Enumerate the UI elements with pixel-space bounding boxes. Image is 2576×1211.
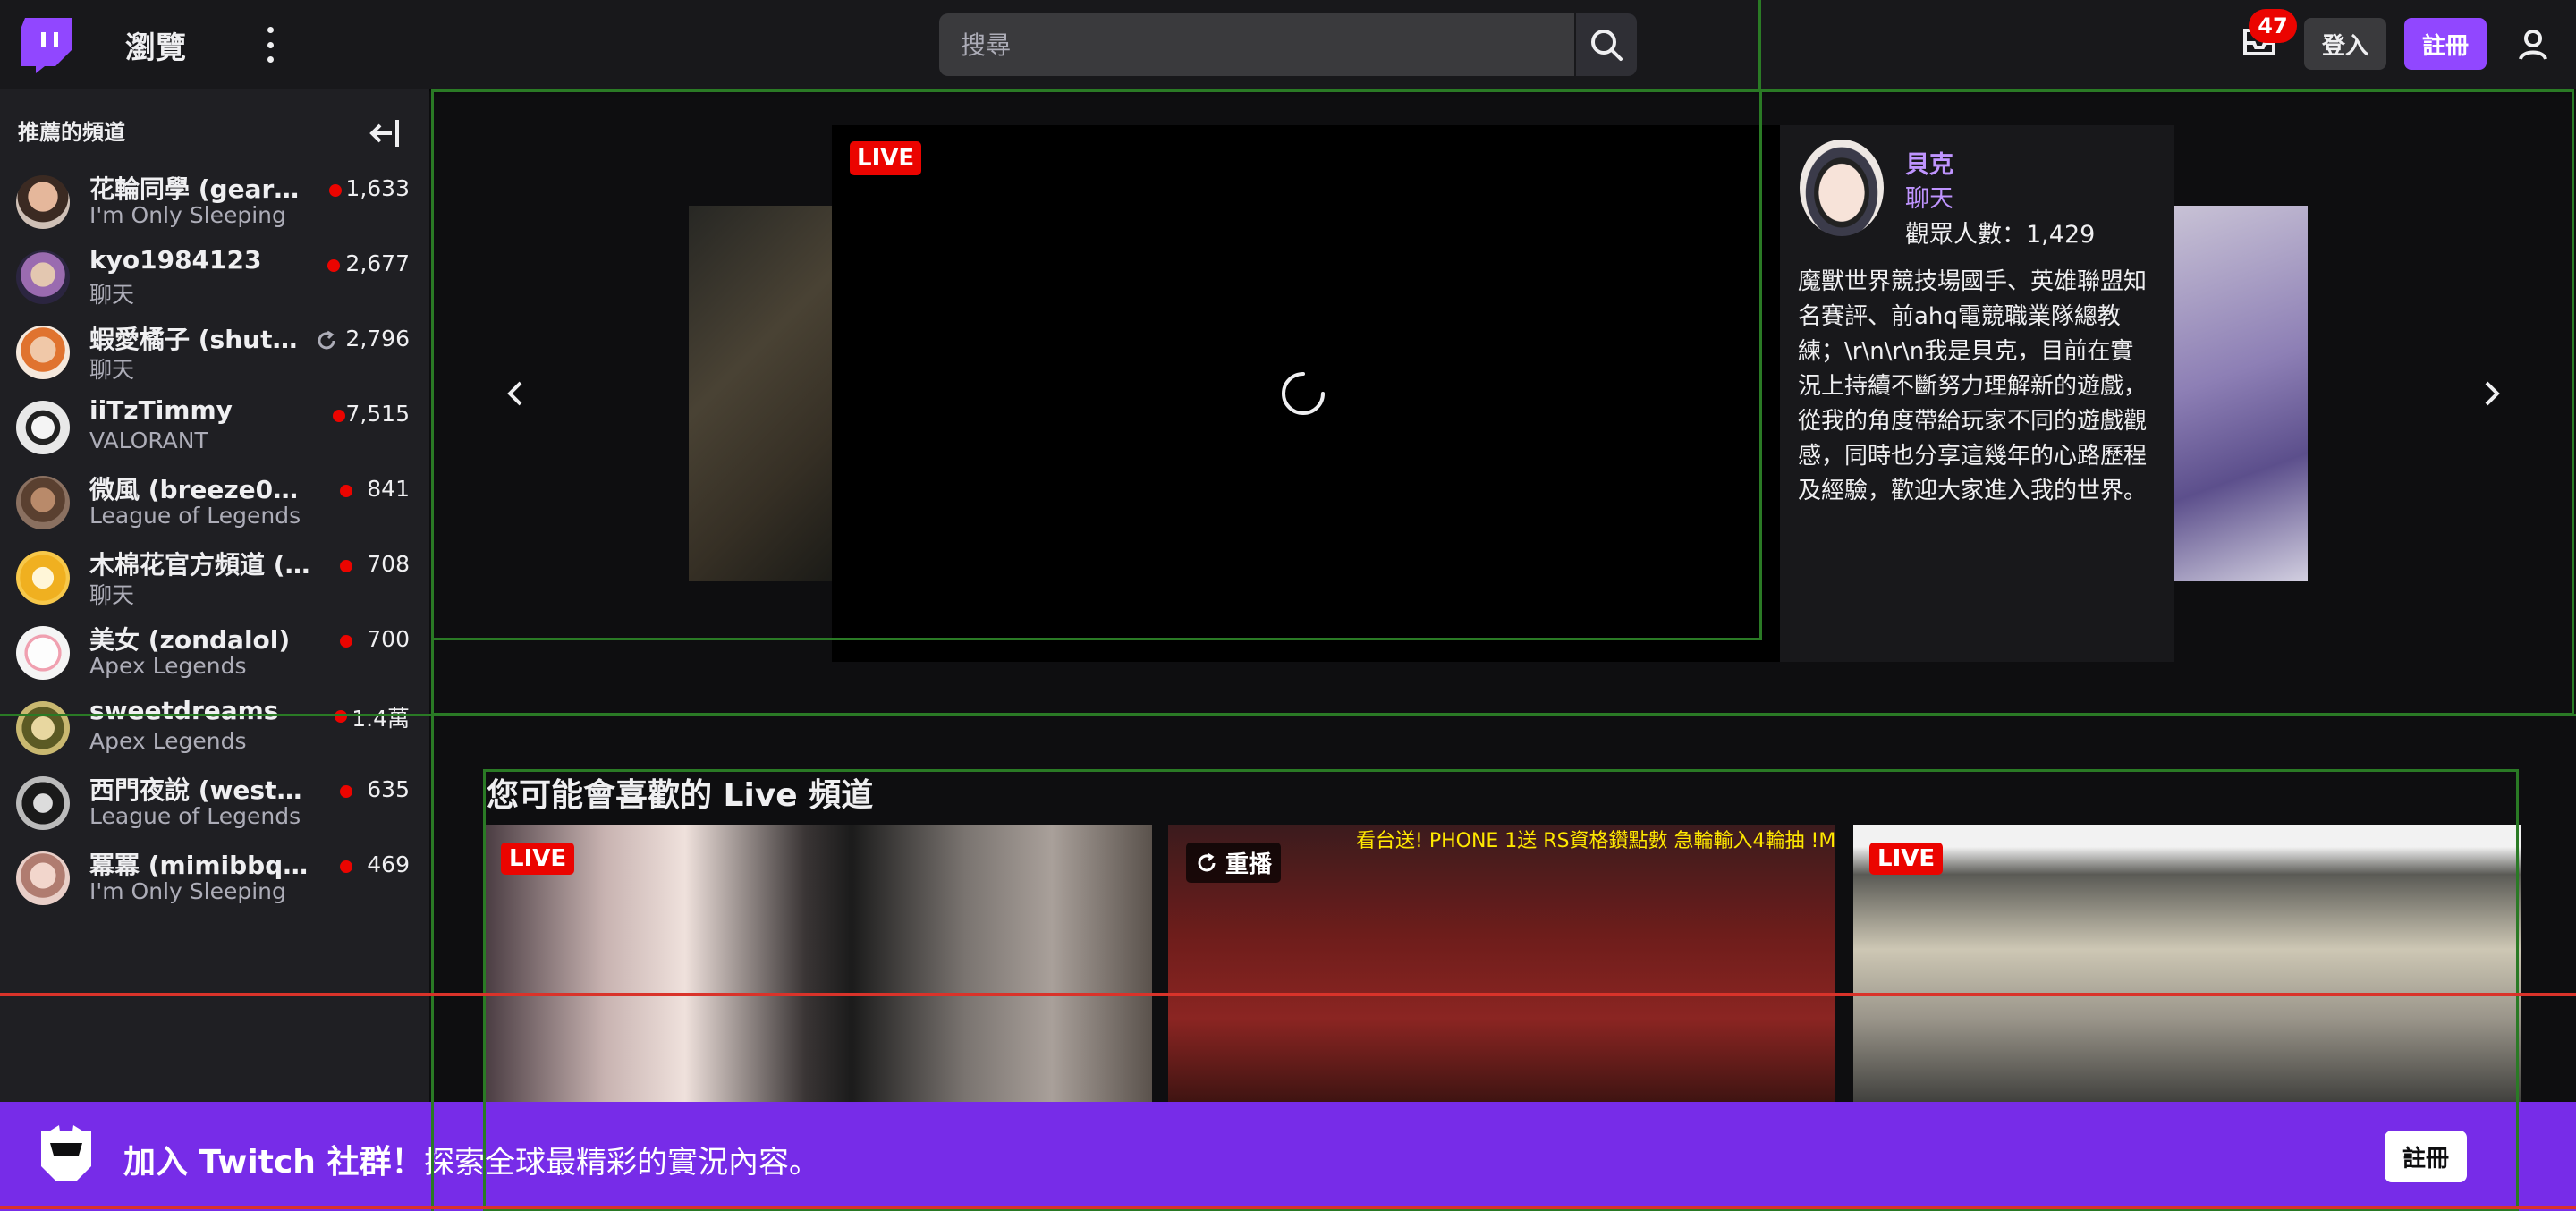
category-link[interactable]: 聊天 [1905,179,1953,214]
channel-name: 木棉花官方頻道 (m... [89,550,313,580]
glitch-mascot-icon [41,1125,91,1181]
avatar [16,776,70,830]
search-box [939,13,1574,76]
kebab-menu-icon[interactable] [261,27,279,63]
streamer-name-link[interactable]: 貝克 [1905,145,1953,180]
viewer-count: 469 [367,851,410,877]
channel-game: I'm Only Sleeping [89,878,286,904]
avatar [16,626,70,680]
channel-name: iiTzTimmy [89,395,233,425]
avatar [16,551,70,605]
channel-name: 冪冪 (mimibbqvq) [89,851,313,880]
viewer-count: 1,633 [345,175,410,201]
stream-thumbnail[interactable] [1853,825,2521,1102]
avatar [16,250,70,304]
live-indicator [329,184,342,197]
viewer-count: 708 [367,551,410,577]
channel-name: sweetdreams [89,696,279,725]
user-icon[interactable] [2515,27,2551,63]
collapse-icon[interactable] [369,118,401,148]
streamer-description: 魔獸世界競技場國手、英雄聯盟知名賽評、前ahq電競職業隊總教練；\r\n\r\n… [1798,268,2148,504]
channel-name: 微風 (breeze0920) [89,475,313,504]
signup-button[interactable]: 註冊 [2404,18,2487,70]
sidebar-channel[interactable]: 西門夜說 (westdoor) League of Legends 635 [0,766,429,841]
search-input[interactable] [939,13,1555,76]
sidebar-channel[interactable]: 美女 (zondalol) Apex Legends 700 [0,615,429,690]
sidebar-channel[interactable]: 冪冪 (mimibbqvq) I'm Only Sleeping 469 [0,841,429,916]
carousel-side-card-right[interactable] [2165,206,2308,581]
rerun-label: 重播 [1225,851,1273,878]
sidebar-channel[interactable]: kyo1984123 聊天 2,677 [0,240,429,315]
carousel-side-card-left[interactable] [689,206,841,581]
live-badge: LIVE [501,843,575,875]
section-title: 您可能會喜歡的 Live 頻道 [487,777,874,814]
channel-game: Apex Legends [89,653,247,679]
viewer-count: 7,515 [345,401,410,427]
live-indicator [340,785,352,798]
viewer-count: 2,677 [345,250,410,276]
search-icon [1591,30,1623,61]
live-indicator [340,560,352,572]
channel-game: Apex Legends [89,728,247,754]
sidebar-channel[interactable]: 微風 (breeze0920) League of Legends 841 [0,465,429,540]
live-indicator [333,410,345,422]
thumbnail-overlay-text: 看台送! PHONE 1送 RS資格鑽點數 急輪輸入4輪抽 !M [1356,830,1835,852]
live-badge: LIVE [1869,843,1944,875]
channel-game: League of Legends [89,503,301,529]
viewer-count: 觀眾人數：1,429 [1905,221,2096,249]
twitch-logo-icon[interactable] [20,18,72,73]
avatar [16,701,70,755]
sidebar-channel[interactable]: 木棉花官方頻道 (m... 聊天 708 [0,540,429,615]
chevron-left-icon[interactable] [497,376,533,411]
sidebar-title: 推薦的頻道 [18,120,125,145]
notification-badge: 47 [2249,9,2297,43]
avatar [16,175,70,229]
sidebar: 推薦的頻道 花輪同學 (gearba... I'm Only Sleeping … [0,89,429,1211]
live-indicator [340,635,352,648]
channel-name: 美女 (zondalol) [89,625,291,655]
viewer-count: 635 [367,776,410,802]
channel-game: League of Legends [89,803,301,829]
channel-game: VALORANT [89,428,208,453]
live-indicator [327,259,340,272]
banner-signup-button[interactable]: 註冊 [2385,1131,2467,1182]
avatar [16,401,70,454]
live-indicator [340,485,352,497]
avatar [16,326,70,379]
streamer-avatar[interactable] [1800,140,1884,236]
sidebar-channel[interactable]: 花輪同學 (gearba... I'm Only Sleeping 1,633 [0,165,429,240]
login-button[interactable]: 登入 [2304,18,2386,70]
search-button[interactable] [1576,13,1637,76]
sidebar-channel[interactable]: 蝦愛橘子 (shutey... 聊天 2,796 [0,315,429,390]
channel-game: 聊天 [89,357,135,383]
sidebar-channel[interactable]: sweetdreams Apex Legends 1.4萬 [0,690,429,766]
viewer-count: 2,796 [345,326,410,351]
live-indicator [335,710,347,723]
avatar [16,476,70,529]
live-indicator [340,860,352,873]
rerun-icon [1198,852,1216,871]
live-badge: LIVE [850,141,922,175]
channel-name: 蝦愛橘子 (shutey... [89,325,313,354]
sidebar-channel[interactable]: iiTzTimmy VALORANT 7,515 [0,390,429,465]
chevron-right-icon[interactable] [2474,376,2510,411]
loading-spinner-icon [1282,372,1325,415]
channel-name: kyo1984123 [89,245,262,275]
browse-link[interactable]: 瀏覽 [125,23,186,67]
banner-subtext: 探索全球最精彩的實況內容。 [424,1145,819,1181]
channel-name: 西門夜說 (westdoor) [89,775,313,805]
viewer-count: 841 [367,476,410,502]
banner-headline: 加入 Twitch 社群！ [123,1144,424,1181]
channel-name: 花輪同學 (gearba... [89,174,313,204]
channel-game: I'm Only Sleeping [89,202,286,228]
viewer-count: 1.4萬 [352,706,410,732]
rerun-badge: 重播 [1186,843,1282,883]
top-nav: 瀏覽 47 登入 註冊 [0,0,2576,89]
channel-game: 聊天 [89,582,135,608]
viewer-count: 700 [367,626,410,652]
channel-game: 聊天 [89,282,135,308]
avatar [16,851,70,905]
stream-thumbnail[interactable] [485,825,1152,1102]
rerun-icon [318,330,335,350]
